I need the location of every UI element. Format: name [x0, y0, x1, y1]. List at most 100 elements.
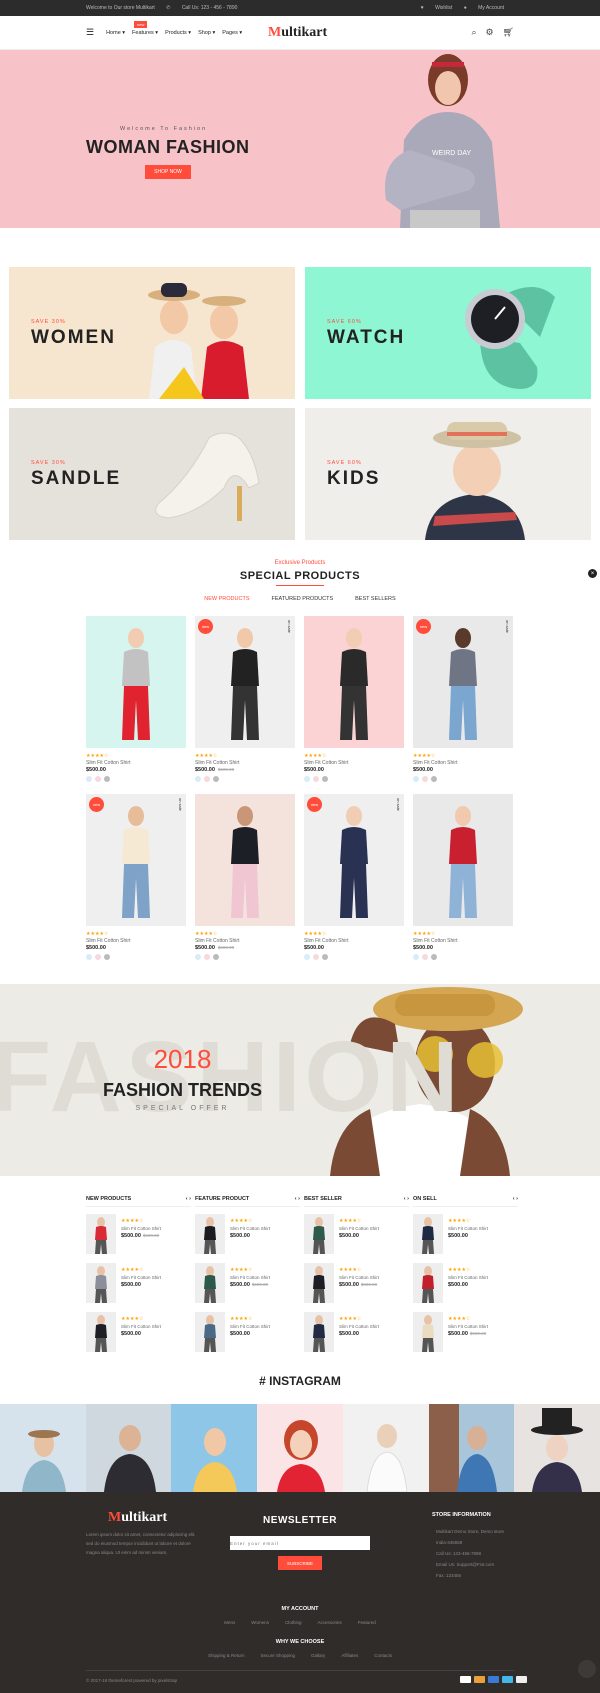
- settings-icon[interactable]: ⚙: [485, 27, 493, 38]
- color-swatch[interactable]: [322, 954, 328, 960]
- chevron-right-icon[interactable]: ›: [298, 1196, 300, 1202]
- product-name[interactable]: Slim Fit Cotton Shirt: [86, 760, 186, 766]
- chevron-left-icon[interactable]: ‹: [404, 1196, 406, 1202]
- chevron-right-icon[interactable]: ›: [516, 1196, 518, 1202]
- product-name[interactable]: Slim Fit Cotton Shirt: [230, 1275, 270, 1280]
- color-swatch[interactable]: [195, 776, 201, 782]
- product-thumbnail[interactable]: [304, 1214, 334, 1254]
- footer-link[interactable]: Contacts: [374, 1653, 392, 1658]
- instagram-photo[interactable]: [428, 1404, 515, 1492]
- list-item[interactable]: ★★★★☆ Slim Fit Cotton Shirt $500.00: [413, 1263, 518, 1305]
- scroll-top-button[interactable]: [578, 1660, 596, 1678]
- footer-link[interactable]: Featured: [358, 1620, 376, 1625]
- color-swatch[interactable]: [195, 954, 201, 960]
- list-item[interactable]: ★★★★☆ Slim Fit Cotton Shirt $500.00: [413, 1214, 518, 1256]
- product-name[interactable]: Slim Fit Cotton Shirt: [195, 760, 295, 766]
- product-name[interactable]: Slim Fit Cotton Shirt: [195, 938, 295, 944]
- color-swatch[interactable]: [422, 776, 428, 782]
- product-thumbnail[interactable]: [195, 1214, 225, 1254]
- footer-link[interactable]: Shipping & Return: [208, 1653, 245, 1658]
- subscribe-button[interactable]: SUBSCRIBE: [278, 1556, 322, 1570]
- product-name[interactable]: Slim Fit Cotton Shirt: [121, 1324, 161, 1329]
- cart-icon[interactable]: 🛒︎: [503, 27, 514, 38]
- product-thumbnail[interactable]: [195, 1263, 225, 1303]
- chevron-left-icon[interactable]: ‹: [513, 1196, 515, 1202]
- footer-link[interactable]: Accessories: [317, 1620, 341, 1625]
- list-item[interactable]: ★★★★☆ Slim Fit Cotton Shirt $500.00 $600.00: [413, 1312, 518, 1354]
- product-card[interactable]: new on sale ★★★★☆ Slim Fit Cotton Shirt $500…: [304, 794, 404, 960]
- list-item[interactable]: ★★★★☆ Slim Fit Cotton Shirt $500.00: [304, 1214, 409, 1256]
- color-swatch[interactable]: [86, 776, 92, 782]
- search-icon[interactable]: ⌕: [471, 27, 476, 38]
- chevron-left-icon[interactable]: ‹: [295, 1196, 297, 1202]
- chevron-left-icon[interactable]: ‹: [186, 1196, 188, 1202]
- color-swatch[interactable]: [95, 776, 101, 782]
- list-item[interactable]: ★★★★☆ Slim Fit Cotton Shirt $500.00 $600.00: [86, 1214, 191, 1256]
- menu-icon[interactable]: ☰: [86, 27, 94, 38]
- color-swatch[interactable]: [322, 776, 328, 782]
- color-swatch[interactable]: [104, 776, 110, 782]
- product-name[interactable]: Slim Fit Cotton Shirt: [339, 1324, 379, 1329]
- product-name[interactable]: Slim Fit Cotton Shirt: [230, 1226, 270, 1231]
- tab-new-products[interactable]: NEW PRODUCTS: [204, 596, 249, 602]
- list-item[interactable]: ★★★★☆ Slim Fit Cotton Shirt $500.00: [195, 1214, 300, 1256]
- instagram-photo[interactable]: [0, 1404, 86, 1492]
- color-swatch[interactable]: [431, 776, 437, 782]
- product-image[interactable]: new on sale: [86, 794, 186, 926]
- color-swatch[interactable]: [86, 954, 92, 960]
- footer-link[interactable]: Secure Shopping: [261, 1653, 296, 1658]
- product-name[interactable]: Slim Fit Cotton Shirt: [339, 1226, 379, 1231]
- list-item[interactable]: ★★★★☆ Slim Fit Cotton Shirt $500.00: [86, 1263, 191, 1305]
- product-image[interactable]: [413, 794, 513, 926]
- banner-sandle[interactable]: SAVE 30% SANDLE: [9, 408, 295, 540]
- product-name[interactable]: Slim Fit Cotton Shirt: [304, 760, 404, 766]
- footer-link[interactable]: Mens: [224, 1620, 235, 1625]
- product-card[interactable]: ★★★★☆ Slim Fit Cotton Shirt $500.00: [413, 794, 513, 960]
- color-swatch[interactable]: [213, 954, 219, 960]
- product-image[interactable]: [86, 616, 186, 748]
- color-swatch[interactable]: [213, 776, 219, 782]
- product-image[interactable]: new on sale: [304, 794, 404, 926]
- my-account-link[interactable]: My Account: [478, 5, 504, 11]
- list-item[interactable]: ★★★★☆ Slim Fit Cotton Shirt $500.00: [86, 1312, 191, 1354]
- color-swatch[interactable]: [413, 954, 419, 960]
- list-item[interactable]: ★★★★☆ Slim Fit Cotton Shirt $500.00: [195, 1312, 300, 1354]
- product-name[interactable]: Slim Fit Cotton Shirt: [413, 760, 513, 766]
- footer-link[interactable]: Gallary: [311, 1653, 325, 1658]
- instagram-photo[interactable]: [257, 1404, 343, 1492]
- product-name[interactable]: Slim Fit Cotton Shirt: [448, 1226, 488, 1231]
- color-swatch[interactable]: [304, 954, 310, 960]
- product-thumbnail[interactable]: [304, 1312, 334, 1352]
- color-swatch[interactable]: [422, 954, 428, 960]
- color-swatch[interactable]: [313, 954, 319, 960]
- product-name[interactable]: Slim Fit Cotton Shirt: [413, 938, 513, 944]
- nav-shop[interactable]: Shop ▾: [198, 30, 215, 36]
- banner-women[interactable]: SAVE 30% WOMEN: [9, 267, 295, 399]
- footer-link[interactable]: Affiliates: [341, 1653, 358, 1658]
- product-thumbnail[interactable]: [304, 1263, 334, 1303]
- product-thumbnail[interactable]: [413, 1312, 443, 1352]
- footer-link[interactable]: Clothing: [285, 1620, 302, 1625]
- instagram-photo[interactable]: [514, 1404, 600, 1492]
- nav-home[interactable]: Home ▾: [106, 30, 125, 36]
- product-card[interactable]: ★★★★☆ Slim Fit Cotton Shirt $500.00: [304, 616, 404, 782]
- list-item[interactable]: ★★★★☆ Slim Fit Cotton Shirt $500.00: [304, 1312, 409, 1354]
- tab-best-sellers[interactable]: BEST SELLERS: [355, 596, 396, 602]
- product-card[interactable]: ★★★★☆ Slim Fit Cotton Shirt $500.00 $600.00: [195, 794, 295, 960]
- footer-link[interactable]: Womens: [251, 1620, 269, 1625]
- product-image[interactable]: [304, 616, 404, 748]
- nav-pages[interactable]: Pages ▾: [222, 30, 242, 36]
- product-thumbnail[interactable]: [86, 1214, 116, 1254]
- color-swatch[interactable]: [304, 776, 310, 782]
- banner-watch[interactable]: SAVE 60% WATCH: [305, 267, 591, 399]
- product-card[interactable]: ★★★★☆ Slim Fit Cotton Shirt $500.00: [86, 616, 186, 782]
- newsletter-email-input[interactable]: [230, 1536, 370, 1550]
- nav-features[interactable]: Features ▾ new: [132, 20, 158, 36]
- product-name[interactable]: Slim Fit Cotton Shirt: [448, 1275, 488, 1280]
- color-swatch[interactable]: [413, 776, 419, 782]
- product-image[interactable]: [195, 794, 295, 926]
- color-swatch[interactable]: [431, 954, 437, 960]
- banner-kids[interactable]: SAVE 60% KIDS: [305, 408, 591, 540]
- product-name[interactable]: Slim Fit Cotton Shirt: [339, 1275, 379, 1280]
- instagram-photo[interactable]: [171, 1404, 258, 1492]
